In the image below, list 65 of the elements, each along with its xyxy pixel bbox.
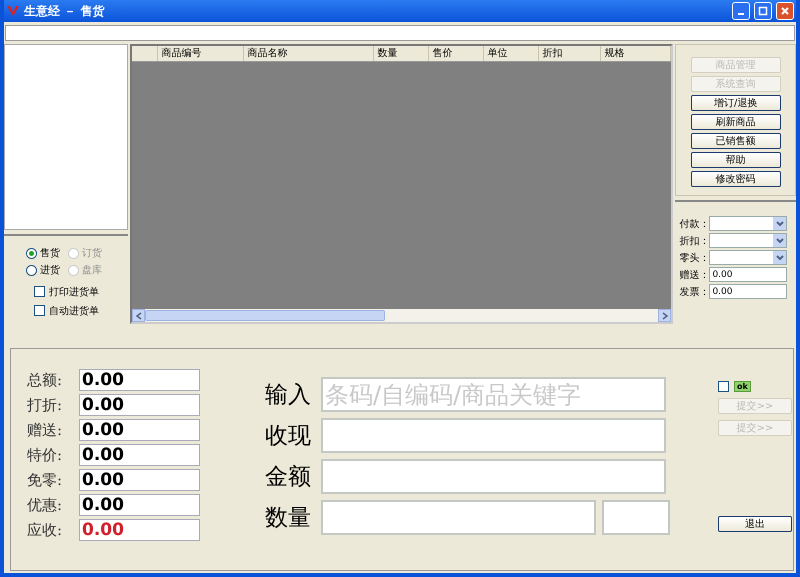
ok-checkbox[interactable] bbox=[718, 381, 729, 392]
total-value: 0.00 bbox=[79, 369, 200, 391]
input-field[interactable] bbox=[321, 500, 596, 535]
maximize-icon bbox=[758, 6, 768, 16]
total-label: 赠送: bbox=[27, 420, 64, 440]
window-title: 生意经 － 售货 bbox=[24, 2, 106, 20]
option-checkbox[interactable]: 自动进货单 bbox=[34, 302, 128, 319]
menu-button[interactable]: 帮助 bbox=[690, 152, 781, 168]
total-value: 0.00 bbox=[79, 419, 200, 441]
input-field[interactable] bbox=[321, 418, 666, 453]
close-button[interactable] bbox=[776, 2, 794, 20]
column-header[interactable]: 售价 bbox=[429, 46, 484, 61]
total-label: 应收: bbox=[27, 520, 64, 540]
dropdown-field[interactable] bbox=[709, 216, 788, 231]
minimize-icon bbox=[738, 13, 744, 15]
entry-label: 数量 bbox=[265, 504, 312, 533]
input-field[interactable]: 0.00 bbox=[709, 284, 788, 299]
dropdown-field[interactable] bbox=[709, 250, 788, 265]
entry-label: 金额 bbox=[265, 463, 312, 492]
horizontal-scrollbar[interactable] bbox=[132, 309, 672, 322]
total-value: 0.00 bbox=[79, 394, 200, 416]
field-label: 发票： bbox=[679, 286, 710, 298]
menu-button[interactable]: 刷新商品 bbox=[690, 114, 781, 130]
column-header[interactable]: 数量 bbox=[374, 46, 430, 61]
input-field[interactable] bbox=[602, 500, 670, 535]
total-value: 0.00 bbox=[79, 494, 200, 516]
column-header[interactable]: 商品编号 bbox=[158, 46, 244, 61]
total-label: 打折: bbox=[27, 396, 64, 414]
column-header[interactable]: 规格 bbox=[601, 46, 672, 61]
list-box[interactable] bbox=[4, 44, 128, 230]
menu-button[interactable]: 已销售额 bbox=[690, 133, 781, 149]
total-value: 0.00 bbox=[79, 444, 200, 466]
total-label: 特价: bbox=[27, 446, 64, 464]
column-header[interactable]: 折扣 bbox=[539, 46, 602, 61]
total-label: 总额: bbox=[27, 370, 64, 390]
entry-label: 输入 bbox=[265, 381, 312, 410]
dropdown-caret-icon bbox=[774, 252, 785, 262]
input-field[interactable] bbox=[321, 459, 666, 494]
option-checkbox[interactable]: 打印进货单 bbox=[34, 283, 128, 300]
maximize-button[interactable] bbox=[754, 2, 772, 20]
field-label: 付款： bbox=[679, 218, 710, 230]
mode-radio[interactable]: 进货 bbox=[26, 263, 68, 277]
total-label: 优惠: bbox=[27, 496, 64, 514]
minimize-button[interactable] bbox=[732, 2, 750, 20]
total-value: 0.00 bbox=[79, 469, 200, 491]
exit-button[interactable]: 退出 bbox=[718, 516, 792, 532]
field-label: 零头： bbox=[679, 252, 710, 264]
column-header[interactable]: 商品名称 bbox=[244, 46, 374, 61]
command-field[interactable] bbox=[5, 25, 795, 41]
field-label: 折扣： bbox=[679, 234, 710, 248]
field-label: 赠送： bbox=[679, 268, 710, 282]
column-header[interactable]: 单位 bbox=[484, 46, 540, 61]
app-logo-icon bbox=[6, 4, 20, 18]
close-icon bbox=[780, 6, 790, 16]
entry-label: 收现 bbox=[265, 422, 312, 451]
mode-radio[interactable]: 售货 bbox=[26, 246, 68, 260]
total-value: 0.00 bbox=[79, 519, 200, 541]
menu-button[interactable]: 修改密码 bbox=[690, 171, 781, 187]
dropdown-field[interactable] bbox=[709, 233, 788, 248]
dropdown-caret-icon bbox=[774, 236, 785, 246]
ok-indicator: ok bbox=[734, 381, 751, 392]
input-field[interactable]: 0.00 bbox=[709, 267, 788, 282]
dropdown-caret-icon bbox=[774, 218, 785, 228]
total-label: 免零: bbox=[27, 470, 64, 490]
menu-button[interactable]: 增订/退换 bbox=[690, 95, 781, 111]
